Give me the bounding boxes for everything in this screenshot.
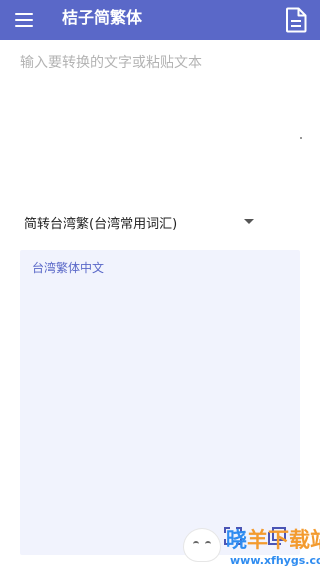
document-icon (286, 7, 307, 33)
menu-button[interactable] (12, 8, 36, 32)
input-textarea[interactable] (20, 52, 305, 182)
app-root: 桔子简繁体 简转台湾繁(台湾常用词汇) 台湾繁体中文 (0, 0, 320, 568)
document-button[interactable] (282, 4, 310, 36)
watermark-eye-right (205, 541, 211, 547)
watermark-eye-left (193, 541, 199, 547)
watermark-brand-part1: 晓 (226, 528, 247, 552)
watermark-brand-part2: 羊下载站 (247, 528, 320, 552)
input-area (0, 40, 320, 190)
watermark-title: 晓羊下载站 (226, 527, 320, 553)
app-title: 桔子简繁体 (62, 8, 143, 27)
hamburger-icon (15, 13, 33, 27)
watermark-url: www.xfhygs.com (230, 554, 320, 567)
conversion-mode-label: 简转台湾繁(台湾常用词汇) (24, 217, 178, 232)
output-text: 台湾繁体中文 (32, 261, 105, 275)
dropdown-arrow-icon (244, 219, 254, 224)
watermark-logo: 晓羊下载站 www.xfhygs.com (184, 527, 320, 568)
watermark-face-icon (184, 529, 220, 561)
output-panel: 台湾繁体中文 (20, 250, 300, 555)
top-app-bar: 桔子简繁体 (0, 0, 320, 40)
conversion-mode-dropdown[interactable]: 简转台湾繁(台湾常用词汇) (24, 210, 254, 234)
decorative-dot (300, 137, 302, 139)
